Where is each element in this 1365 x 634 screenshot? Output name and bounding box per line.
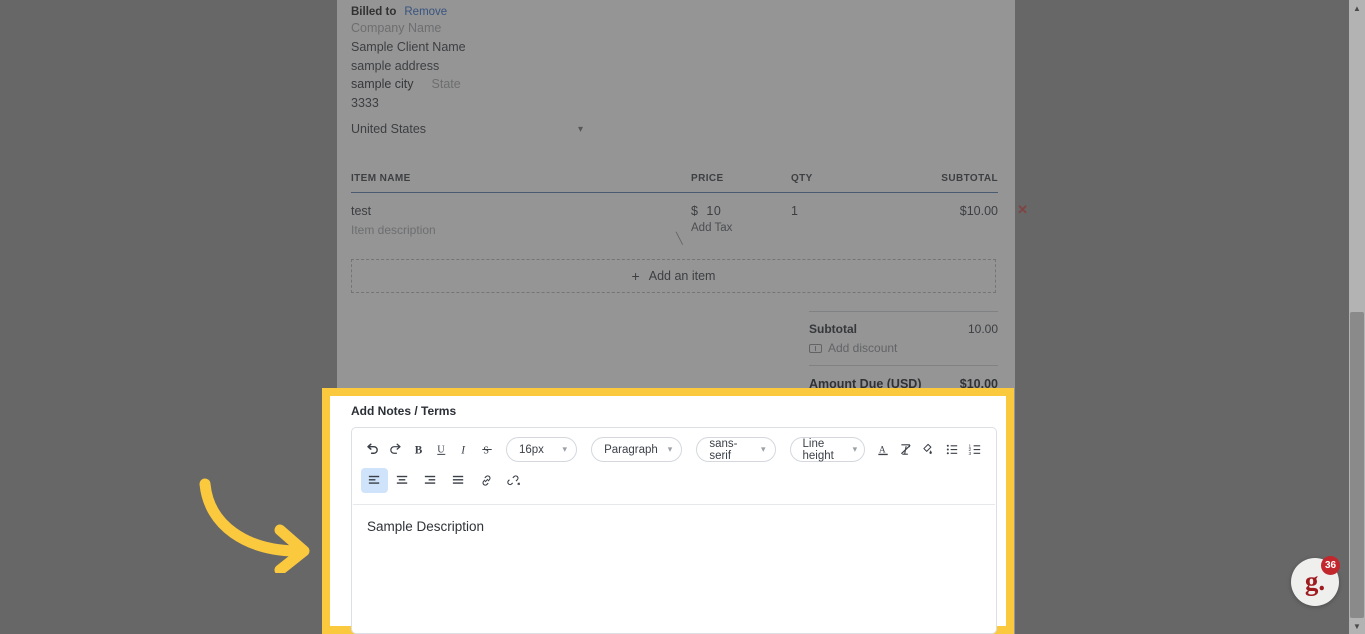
font-color-icon[interactable]: A <box>872 437 894 462</box>
item-price-value: 10 <box>706 204 722 218</box>
font-family-select[interactable]: sans-serif ▾ <box>696 437 776 462</box>
font-family-value: sans-serif <box>709 437 738 462</box>
tag-icon <box>809 343 822 353</box>
add-discount-label: Add discount <box>828 341 898 355</box>
line-height-value: Line height <box>802 437 834 462</box>
item-price-input[interactable]: $ 10 <box>691 204 791 218</box>
font-size-value: 16px <box>519 443 544 456</box>
item-description-input[interactable]: Item description <box>351 218 691 237</box>
annotation-arrow <box>195 478 320 578</box>
address-input[interactable]: sample address <box>351 56 1001 75</box>
undo-icon[interactable] <box>361 437 383 462</box>
totals-panel: Subtotal 10.00 Add discount Amount Due (… <box>809 311 998 391</box>
plus-icon: + <box>631 268 640 284</box>
scrollbar-thumb[interactable] <box>1350 312 1364 618</box>
client-name-input[interactable]: Sample Client Name <box>351 37 1001 56</box>
textarea-resize-grip[interactable]: ╲ <box>676 232 683 245</box>
block-format-value: Paragraph <box>604 443 658 456</box>
toolbar-row-2 <box>361 467 987 494</box>
billed-to-label: Billed to <box>351 6 397 18</box>
bold-icon[interactable]: B <box>407 437 429 462</box>
unlink-icon[interactable] <box>501 468 528 493</box>
editor-toolbar: B U I S 16px ▾ Paragraph ▾ sans-serif ▾ … <box>352 428 996 504</box>
italic-icon[interactable]: I <box>453 437 475 462</box>
item-subtotal-value: $10.00 <box>959 204 998 218</box>
chevron-down-icon: ▾ <box>562 444 568 454</box>
svg-text:I: I <box>460 444 466 456</box>
underline-icon[interactable]: U <box>430 437 452 462</box>
close-x-icon[interactable]: ✕ <box>1017 202 1028 218</box>
remove-client-link[interactable]: Remove <box>404 6 447 18</box>
rich-text-editor[interactable]: B U I S 16px ▾ Paragraph ▾ sans-serif ▾ … <box>351 427 997 634</box>
bullet-list-icon[interactable] <box>941 437 963 462</box>
align-center-icon[interactable] <box>389 468 416 493</box>
country-select-value: United States <box>351 122 427 136</box>
editor-content-area[interactable]: Sample Description <box>352 505 996 620</box>
header-qty: QTY <box>791 173 813 184</box>
chevron-down-icon: ▾ <box>852 444 858 454</box>
notification-badge: 36 <box>1321 556 1340 575</box>
svg-text:S: S <box>483 445 489 456</box>
item-price-cell: $ 10 Add Tax <box>691 204 791 237</box>
align-left-icon[interactable] <box>361 468 388 493</box>
add-discount-button[interactable]: Add discount <box>809 336 998 365</box>
invoice-content: Billed to Remove Company Name Sample Cli… <box>351 0 1028 391</box>
country-select[interactable]: United States ▾ <box>351 122 583 139</box>
table-row: test Item description $ 10 Add Tax 1 $10… <box>351 193 1028 245</box>
strikethrough-icon[interactable]: S <box>476 437 498 462</box>
highlight-callout-box: Add Notes / Terms B U I S 16px ▾ Paragra… <box>322 388 1014 634</box>
header-subtotal: SUBTOTAL <box>941 173 998 184</box>
zip-input[interactable]: 3333 <box>351 93 1001 112</box>
subtotal-value: 10.00 <box>967 322 998 336</box>
screen-root: Billed to Remove Company Name Sample Cli… <box>0 0 1365 634</box>
add-item-label: Add an item <box>648 269 716 283</box>
header-item-name: ITEM NAME <box>351 173 411 184</box>
svg-text:B: B <box>414 444 422 456</box>
svg-text:3: 3 <box>968 451 971 456</box>
scroll-up-arrow-icon[interactable]: ▲ <box>1349 0 1365 16</box>
city-input[interactable]: sample city <box>351 75 414 93</box>
notes-section: Add Notes / Terms B U I S 16px ▾ Paragra… <box>330 396 1006 634</box>
chevron-down-icon: ▾ <box>577 123 583 135</box>
item-name-cell: test Item description <box>351 204 691 237</box>
notes-section-label: Add Notes / Terms <box>351 404 457 418</box>
numbered-list-icon[interactable]: 123 <box>964 437 986 462</box>
vertical-scrollbar[interactable]: ▲ ▼ <box>1349 0 1365 634</box>
company-name-input[interactable]: Company Name <box>351 18 1001 37</box>
items-table: ITEM NAME PRICE QTY SUBTOTAL test Item d… <box>351 173 1028 293</box>
add-item-button[interactable]: + Add an item <box>351 259 996 293</box>
item-qty-input[interactable]: 1 <box>791 204 901 237</box>
chevron-down-icon: ▾ <box>667 444 673 454</box>
highlight-color-icon[interactable] <box>918 437 940 462</box>
scroll-down-arrow-icon[interactable]: ▼ <box>1349 618 1365 634</box>
clear-format-icon[interactable] <box>895 437 917 462</box>
chevron-down-icon: ▾ <box>760 444 766 454</box>
items-table-header: ITEM NAME PRICE QTY SUBTOTAL <box>351 173 998 193</box>
currency-symbol: $ <box>691 204 699 218</box>
subtotal-label: Subtotal <box>809 322 857 336</box>
align-justify-icon[interactable] <box>445 468 472 493</box>
add-tax-link[interactable]: Add Tax <box>691 218 791 234</box>
state-input[interactable]: State <box>432 75 461 93</box>
city-state-row: sample city State <box>351 75 1001 93</box>
header-price: PRICE <box>691 173 724 184</box>
subtotal-row: Subtotal 10.00 <box>809 312 998 336</box>
block-format-select[interactable]: Paragraph ▾ <box>591 437 683 462</box>
toolbar-row-1: B U I S 16px ▾ Paragraph ▾ sans-serif ▾ … <box>361 436 987 463</box>
redo-icon[interactable] <box>384 437 406 462</box>
billed-to-header: Billed to Remove <box>351 0 1001 18</box>
svg-text:U: U <box>437 444 445 455</box>
align-right-icon[interactable] <box>417 468 444 493</box>
link-icon[interactable] <box>473 468 500 493</box>
font-size-select[interactable]: 16px ▾ <box>506 437 578 462</box>
line-height-select[interactable]: Line height ▾ <box>789 437 866 462</box>
item-name-input[interactable]: test <box>351 204 691 218</box>
widget-logo-icon: g. <box>1304 565 1326 596</box>
floating-help-widget[interactable]: g. 36 <box>1291 556 1340 606</box>
